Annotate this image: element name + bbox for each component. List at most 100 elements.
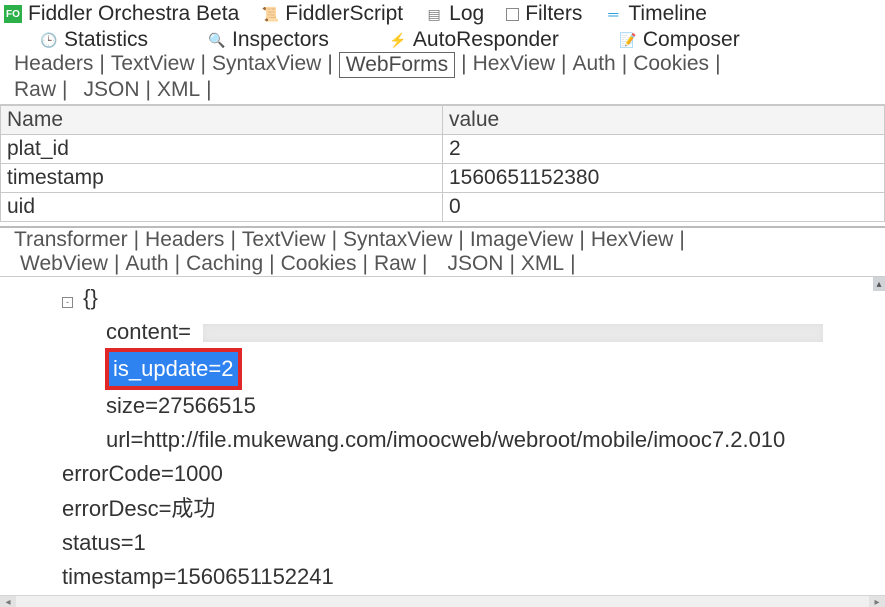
autoresponder-icon: ⚡ (389, 31, 407, 49)
request-subtabs-row2: Raw | JSON | XML | (0, 78, 885, 102)
scroll-right-icon[interactable]: ▸ (869, 596, 885, 607)
separator: | (114, 252, 119, 276)
subtab-raw[interactable]: Raw (14, 78, 56, 102)
tree-node-label: {} (83, 285, 98, 310)
subtab-transformer[interactable]: Transformer (14, 228, 128, 252)
subtab-hexview[interactable]: HexView (591, 228, 673, 252)
subtab-webview[interactable]: WebView (20, 252, 108, 276)
cell-value: 2 (443, 135, 885, 164)
subtab-cookies[interactable]: Cookies (281, 252, 357, 276)
main-tabs-row-2: 🕒 Statistics 🔍 Inspectors ⚡ AutoResponde… (0, 26, 885, 52)
tab-label: Inspectors (232, 28, 329, 52)
col-name[interactable]: Name (1, 106, 443, 135)
separator: | (679, 228, 684, 252)
subtab-headers[interactable]: Headers (14, 52, 93, 78)
separator: | (509, 252, 514, 276)
subtab-headers[interactable]: Headers (145, 228, 224, 252)
tab-label: Statistics (64, 28, 148, 52)
separator: | (62, 78, 67, 102)
subtab-xml[interactable]: XML (521, 252, 564, 276)
tab-orchestra[interactable]: FO Fiddler Orchestra Beta (4, 2, 239, 26)
redacted-content (203, 324, 823, 342)
scroll-left-icon[interactable]: ◂ (0, 596, 16, 607)
subtab-webforms[interactable]: WebForms (339, 52, 455, 78)
json-tree-view[interactable]: ▴ - {} content= is_update=2 size=2756651… (0, 277, 885, 595)
composer-icon: 📝 (619, 31, 637, 49)
log-icon: ▤ (425, 5, 443, 23)
separator: | (715, 52, 720, 78)
horizontal-scrollbar[interactable]: ◂ ▸ (0, 595, 885, 607)
request-subtabs: Headers | TextView | SyntaxView | WebFor… (0, 52, 885, 78)
cell-name: timestamp (1, 164, 443, 193)
separator: | (146, 78, 151, 102)
subtab-xml[interactable]: XML (157, 78, 200, 102)
separator: | (561, 52, 566, 78)
scroll-up-icon[interactable]: ▴ (873, 277, 885, 291)
separator: | (362, 252, 367, 276)
tab-autoresponder[interactable]: ⚡ AutoResponder (389, 28, 559, 52)
subtab-imageview[interactable]: ImageView (470, 228, 574, 252)
tree-node[interactable]: status=1 (62, 526, 881, 560)
tab-label: AutoResponder (413, 28, 559, 52)
tree-node-label: content= (106, 319, 191, 344)
tree-root[interactable]: - {} (62, 281, 881, 315)
script-icon: 📜 (261, 5, 279, 23)
subtab-syntaxview[interactable]: SyntaxView (212, 52, 321, 78)
separator: | (332, 228, 337, 252)
separator: | (570, 252, 575, 276)
tab-timeline[interactable]: ═ Timeline (604, 2, 707, 26)
subtab-json[interactable]: JSON (447, 252, 503, 276)
tab-statistics[interactable]: 🕒 Statistics (40, 28, 148, 52)
collapse-icon[interactable]: - (62, 297, 73, 308)
separator: | (422, 252, 427, 276)
tab-label: Composer (643, 28, 740, 52)
tab-label: FiddlerScript (285, 2, 403, 26)
separator: | (175, 252, 180, 276)
col-value[interactable]: value (443, 106, 885, 135)
separator: | (458, 228, 463, 252)
tab-label: Timeline (628, 2, 707, 26)
subtab-syntaxview[interactable]: SyntaxView (343, 228, 452, 252)
subtab-json[interactable]: JSON (83, 78, 139, 102)
tree-node-label: size=27566515 (106, 393, 256, 418)
table-row[interactable]: uid 0 (1, 193, 885, 222)
tree-node[interactable]: errorCode=1000 (62, 457, 881, 491)
cell-value: 1560651152380 (443, 164, 885, 193)
tab-log[interactable]: ▤ Log (425, 2, 484, 26)
webforms-table-wrap: Name value plat_id 2 timestamp 156065115… (0, 104, 885, 222)
subtab-raw[interactable]: Raw (374, 252, 416, 276)
subtab-textview[interactable]: TextView (111, 52, 195, 78)
separator: | (622, 52, 627, 78)
tab-inspectors[interactable]: 🔍 Inspectors (208, 28, 329, 52)
subtab-auth[interactable]: Auth (573, 52, 616, 78)
tree-node[interactable]: timestamp=1560651152241 (62, 560, 881, 594)
subtab-cookies[interactable]: Cookies (633, 52, 709, 78)
separator: | (230, 228, 235, 252)
statistics-icon: 🕒 (40, 31, 58, 49)
tab-filters[interactable]: Filters (506, 2, 582, 26)
separator: | (269, 252, 274, 276)
subtab-hexview[interactable]: HexView (473, 52, 555, 78)
tree-node-label: timestamp=1560651152241 (62, 564, 334, 589)
subtab-auth[interactable]: Auth (125, 252, 168, 276)
separator: | (134, 228, 139, 252)
tree-node[interactable]: errorDesc=成功 (62, 492, 881, 526)
tree-node[interactable]: size=27566515 (106, 389, 881, 423)
tab-label: Fiddler Orchestra Beta (28, 2, 239, 26)
tree-node-label: errorCode=1000 (62, 461, 223, 486)
tab-fiddlerscript[interactable]: 📜 FiddlerScript (261, 2, 403, 26)
cell-name: plat_id (1, 135, 443, 164)
tab-composer[interactable]: 📝 Composer (619, 28, 740, 52)
response-subtabs: Transformer | Headers | TextView | Synta… (0, 228, 885, 252)
tree-node[interactable]: url=http://file.mukewang.com/imoocweb/we… (106, 423, 881, 457)
tree-node[interactable]: content= (106, 315, 881, 349)
separator: | (327, 52, 332, 78)
webforms-table: Name value plat_id 2 timestamp 156065115… (0, 105, 885, 222)
tree-node-is-update[interactable]: is_update=2 (106, 349, 881, 389)
table-row[interactable]: timestamp 1560651152380 (1, 164, 885, 193)
tree-node-label: status=1 (62, 530, 146, 555)
subtab-textview[interactable]: TextView (242, 228, 326, 252)
table-row[interactable]: plat_id 2 (1, 135, 885, 164)
subtab-caching[interactable]: Caching (186, 252, 263, 276)
orchestra-icon: FO (4, 5, 22, 23)
